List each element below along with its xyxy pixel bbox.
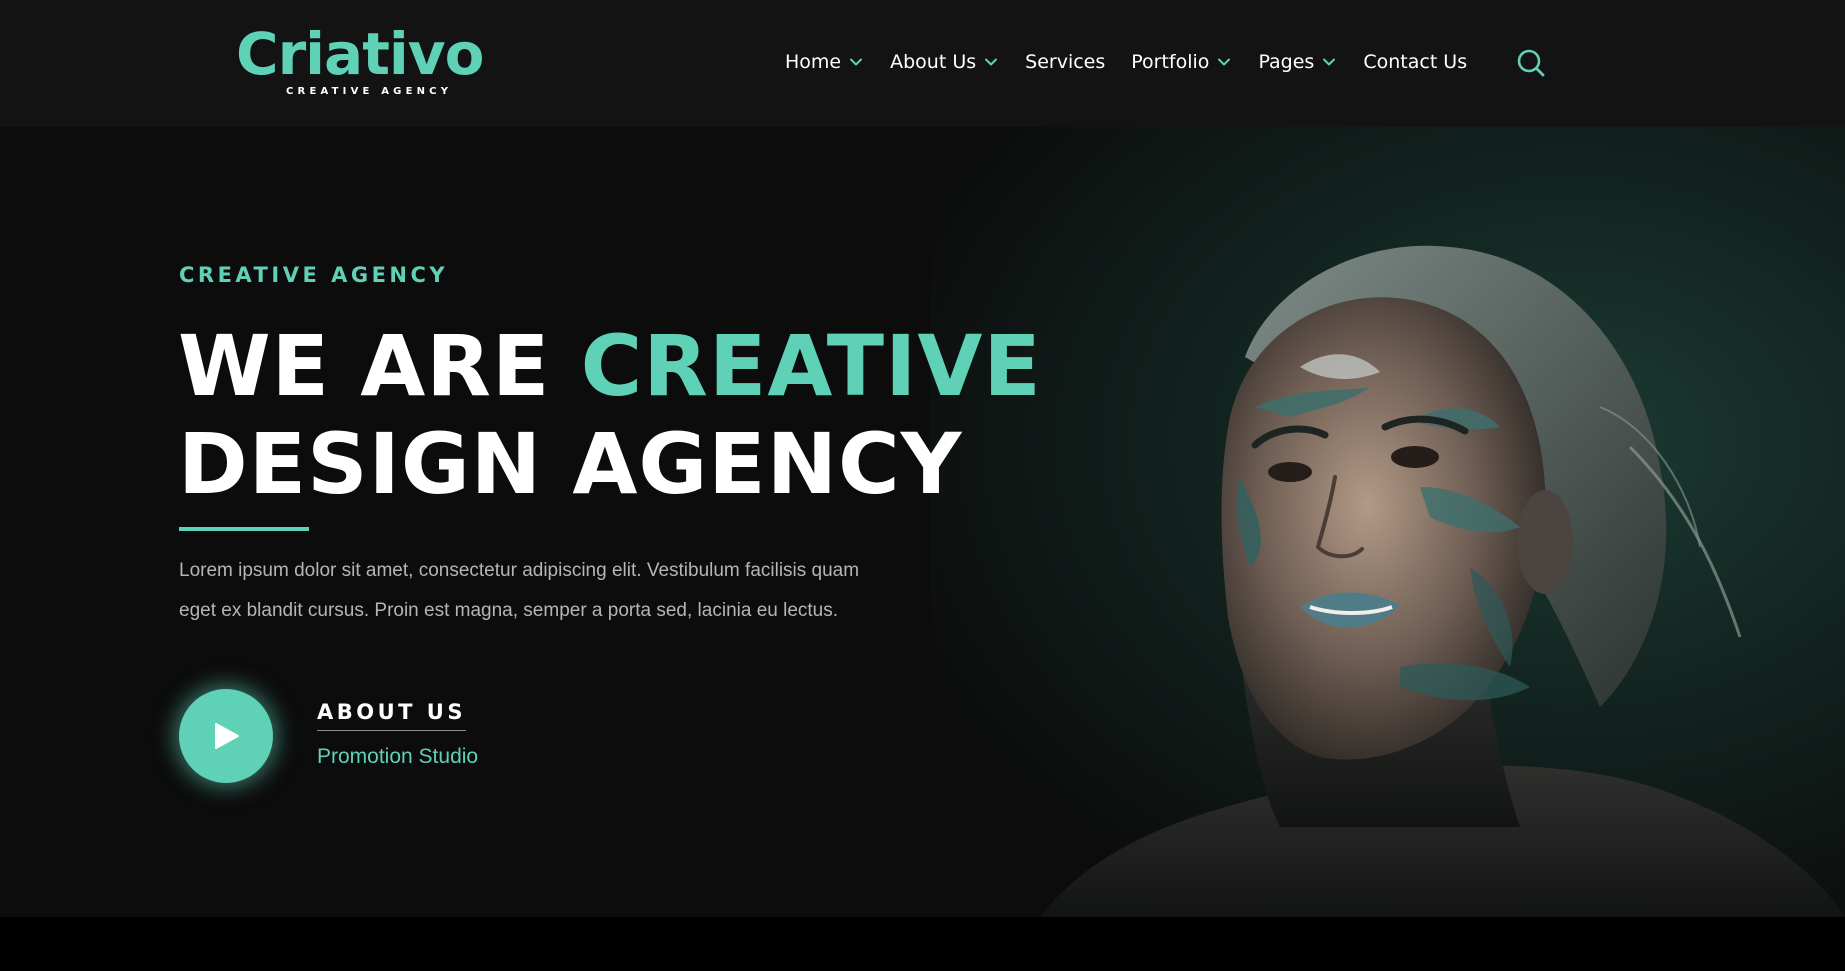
portrait-photo [1040, 245, 1845, 917]
nav-item-label: Services [1025, 51, 1106, 73]
logo-name: Criativo [236, 20, 484, 88]
chevron-down-icon [1218, 58, 1231, 66]
site-header: Criativo CREATIVE AGENCY Home About Us S… [0, 0, 1845, 127]
search-button[interactable] [1516, 48, 1546, 78]
nav-item-about-us[interactable]: About Us [890, 51, 999, 73]
chevron-down-icon [985, 58, 998, 66]
about-us-link[interactable]: ABOUT US [317, 700, 466, 731]
nav-item-label: Contact Us [1363, 51, 1468, 73]
nav-item-label: About Us [890, 51, 977, 73]
nav-item-portfolio[interactable]: Portfolio [1131, 51, 1232, 73]
play-video-button[interactable] [179, 689, 273, 783]
logo-tagline: CREATIVE AGENCY [286, 86, 453, 97]
hero-divider [179, 527, 309, 531]
nav-item-label: Home [785, 51, 842, 73]
nav-item-services[interactable]: Services [1025, 51, 1105, 73]
main-nav: Home About Us Services Portfolio Pages C… [785, 47, 1493, 77]
search-icon [1517, 49, 1545, 77]
nav-item-contact-us[interactable]: Contact Us [1363, 51, 1467, 73]
headline-line2: DESIGN AGENCY [178, 415, 963, 513]
nav-item-label: Portfolio [1131, 51, 1210, 73]
hero-eyebrow: CREATIVE AGENCY [179, 263, 449, 287]
headline-accent: CREATIVE [580, 317, 1042, 415]
hero-headline: WE ARE CREATIVE DESIGN AGENCY [178, 317, 1042, 513]
page: Criativo CREATIVE AGENCY Home About Us S… [0, 0, 1845, 971]
hero-section: CREATIVE AGENCY WE ARE CREATIVE DESIGN A… [0, 127, 1845, 917]
logo[interactable]: Criativo CREATIVE AGENCY [236, 20, 496, 100]
chevron-down-icon [1323, 58, 1336, 66]
hero-description: Lorem ipsum dolor sit amet, consectetur … [179, 560, 860, 621]
promotion-studio-label: Promotion Studio [317, 745, 479, 768]
headline-part1: WE ARE [178, 317, 581, 415]
nav-item-home[interactable]: Home [785, 51, 864, 73]
chevron-down-icon [850, 58, 863, 66]
nav-item-pages[interactable]: Pages [1258, 51, 1337, 73]
play-icon [215, 723, 239, 749]
nav-item-label: Pages [1258, 51, 1315, 73]
